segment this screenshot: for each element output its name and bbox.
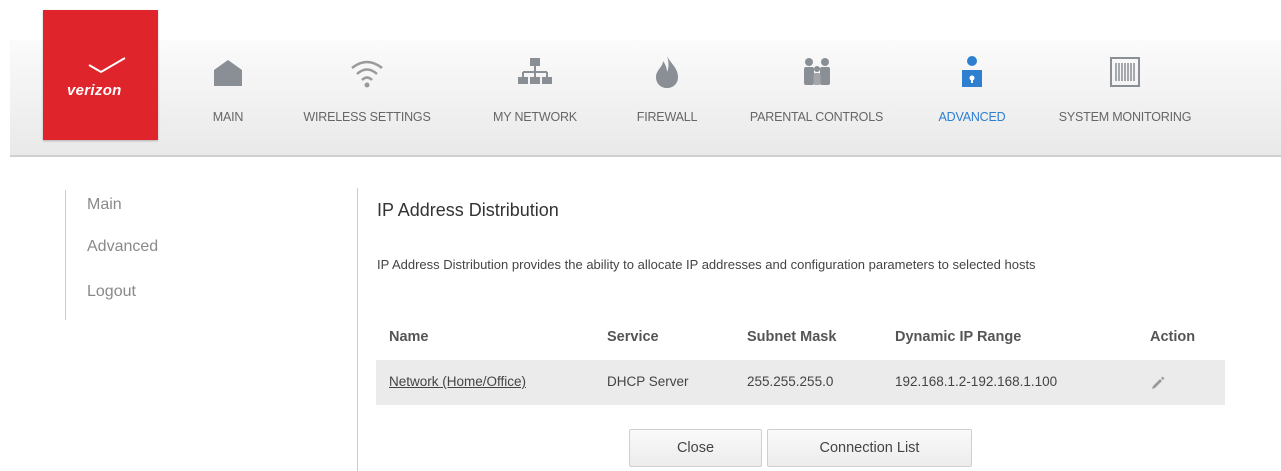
nav-label-system-monitoring: SYSTEM MONITORING <box>1058 110 1192 124</box>
nav-main[interactable]: MAIN <box>198 40 258 155</box>
nav-parental-controls[interactable]: PARENTAL CONTROLS <box>734 40 899 155</box>
flame-icon <box>656 56 678 88</box>
network-icon <box>518 58 552 84</box>
connection-list-button[interactable]: Connection List <box>767 429 972 467</box>
nav-label-firewall: FIREWALL <box>636 110 698 124</box>
content-divider <box>357 188 358 471</box>
family-icon <box>803 58 830 85</box>
nav-label-parental-controls: PARENTAL CONTROLS <box>749 110 884 124</box>
monitoring-icon <box>1110 57 1140 87</box>
page-description: IP Address Distribution provides the abi… <box>377 257 1036 272</box>
page-title: IP Address Distribution <box>377 200 559 220</box>
table-header-name: Name <box>389 329 429 345</box>
advanced-user-icon <box>962 56 982 87</box>
nav-wireless-settings[interactable]: WIRELESS SETTINGS <box>287 40 447 155</box>
nav-label-my-network: MY NETWORK <box>493 110 577 124</box>
logo-check-icon <box>88 57 126 74</box>
nav-label-wireless-settings: WIRELESS SETTINGS <box>303 110 431 124</box>
ip-range-cell: 192.168.1.2-192.168.1.100 <box>895 374 1058 389</box>
nav-firewall[interactable]: FIREWALL <box>622 40 712 155</box>
sidebar-item-advanced[interactable]: Advanced <box>87 238 158 256</box>
network-name-link[interactable]: Network (Home/Office) <box>389 374 526 389</box>
service-cell: DHCP Server <box>607 374 689 389</box>
nav-my-network[interactable]: MY NETWORK <box>480 40 590 155</box>
verizon-logo[interactable]: verizon <box>43 10 158 140</box>
wifi-icon <box>351 60 383 88</box>
table-header-service: Service <box>607 329 659 345</box>
close-button[interactable]: Close <box>629 429 762 467</box>
nav-label-advanced: ADVANCED <box>938 110 1006 124</box>
table-header-action: Action <box>1150 329 1196 345</box>
edit-pencil-icon[interactable] <box>1150 374 1166 390</box>
nav-advanced[interactable]: ADVANCED <box>922 40 1022 155</box>
table-header-subnet-mask: Subnet Mask <box>747 329 837 345</box>
nav-system-monitoring[interactable]: SYSTEM MONITORING <box>1040 40 1210 155</box>
nav-label-main: MAIN <box>212 110 244 124</box>
logo-text: verizon <box>67 82 122 99</box>
subnet-mask-cell: 255.255.255.0 <box>747 374 834 389</box>
sidebar-item-logout[interactable]: Logout <box>87 283 136 301</box>
table-header-dynamic-ip-range: Dynamic IP Range <box>895 329 1022 345</box>
sidebar-divider <box>65 190 66 320</box>
sidebar-item-main[interactable]: Main <box>87 196 122 214</box>
home-icon <box>214 60 242 86</box>
